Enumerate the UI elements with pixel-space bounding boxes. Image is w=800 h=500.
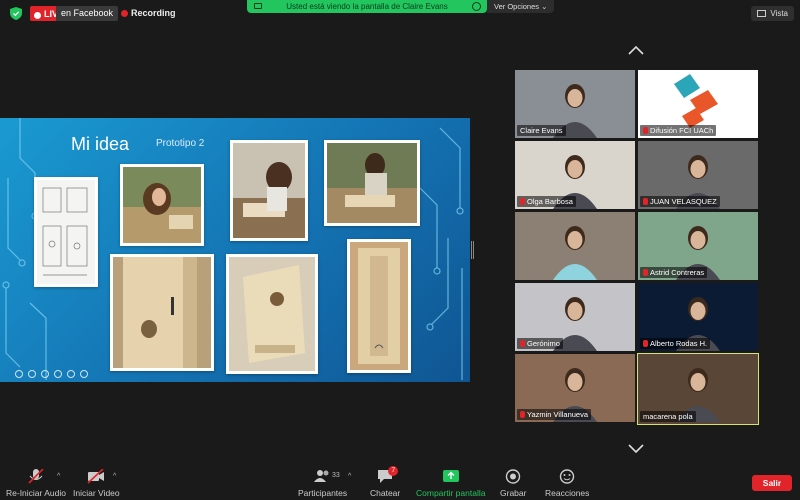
muted-mic-icon	[520, 198, 525, 205]
participant-tile[interactable]: Olga Barbosa	[515, 141, 635, 209]
record-label: Grabar	[500, 488, 527, 498]
participant-tile[interactable]: Difusión FCI UACh	[638, 70, 758, 138]
participant-tile[interactable]	[515, 212, 635, 280]
participants-caret-icon[interactable]: ^	[348, 473, 351, 480]
chevron-down-icon: ⌄	[539, 2, 548, 11]
participant-name: Gerónimo	[527, 339, 560, 348]
video-options-caret-icon[interactable]: ^	[113, 473, 116, 480]
audio-options-caret-icon[interactable]: ^	[57, 473, 60, 480]
participant-name: Olga Barbosa	[527, 197, 573, 206]
zoom-window: LIVE en Facebook Recording Usted está vi…	[0, 0, 800, 500]
reactions-icon	[560, 469, 575, 484]
shared-screen-slide: Mi idea Prototipo 2	[0, 118, 470, 382]
participant-tile[interactable]: JUAN VELASQUEZ	[638, 141, 758, 209]
gallery-scroll-down-icon[interactable]	[628, 444, 644, 453]
view-button[interactable]: Vista	[751, 6, 794, 21]
muted-mic-icon	[643, 198, 648, 205]
participants-label: Participantes	[298, 488, 348, 498]
view-label: Vista	[770, 9, 788, 18]
participant-name: Difusión FCI UACh	[650, 126, 714, 135]
grid-view-icon	[757, 10, 767, 17]
recording-label: Recording	[131, 8, 176, 18]
participant-name-label: Yazmin Villanueva	[517, 409, 592, 420]
meeting-toolbar: Re-Iniciar Audio ^ Iniciar Video ^ 33 Pa…	[0, 464, 800, 500]
girl-hammering-photo	[230, 140, 308, 241]
participant-name-label: Alberto Rodas H.	[640, 338, 711, 349]
pointer-tool-icon[interactable]	[15, 370, 23, 378]
share-screen-label: Compartir pantalla	[416, 488, 486, 498]
video-label: Iniciar Video	[73, 488, 120, 498]
muted-mic-icon	[643, 127, 648, 134]
screen-icon	[254, 3, 262, 9]
microphone-muted-icon	[28, 469, 44, 484]
share-screen-icon	[442, 470, 459, 482]
participant-tile[interactable]: Alberto Rodas H.	[638, 283, 758, 351]
participant-name-label: macarena pola	[640, 411, 696, 422]
audio-label: Re-Iniciar Audio	[6, 488, 67, 498]
participant-name: Claire Evans	[520, 126, 563, 135]
zoom-tool-icon[interactable]	[54, 370, 62, 378]
share-screen-button[interactable]: Compartir pantalla	[416, 469, 485, 498]
participant-name-label: JUAN VELASQUEZ	[640, 196, 720, 207]
sketch-photo	[34, 177, 98, 287]
box-vertical-photo	[347, 239, 411, 373]
live-platform[interactable]: en Facebook	[56, 6, 119, 21]
security-shield-icon[interactable]	[10, 7, 22, 20]
video-off-icon	[87, 469, 105, 484]
record-icon	[506, 469, 521, 484]
muted-mic-icon	[520, 340, 525, 347]
participant-name: Astrid Contreras	[650, 268, 705, 277]
subtitle-tool-icon[interactable]	[67, 370, 75, 378]
chat-label: Chatear	[370, 488, 401, 498]
participant-tile[interactable]: Astrid Contreras	[638, 212, 758, 280]
reactions-label: Reacciones	[545, 488, 590, 498]
participant-tile[interactable]: macarena pola	[637, 353, 759, 425]
participant-tile[interactable]: Gerónimo	[515, 283, 635, 351]
more-tool-icon[interactable]	[80, 370, 88, 378]
pen-tool-icon[interactable]	[28, 370, 36, 378]
participants-icon	[313, 470, 329, 482]
participant-name: macarena pola	[643, 412, 693, 421]
girl-drilling-photo	[324, 140, 420, 226]
participants-button[interactable]: 33 Participantes	[298, 469, 347, 498]
gallery-scroll-up-icon[interactable]	[628, 46, 644, 55]
slideshow-controls[interactable]	[15, 370, 88, 378]
slide-title: Mi idea	[71, 134, 130, 154]
record-button[interactable]: Grabar	[500, 469, 526, 498]
participant-name: JUAN VELASQUEZ	[650, 197, 717, 206]
share-notice-text: Usted está viendo la pantalla de Claire …	[286, 2, 448, 11]
participant-name-label: Claire Evans	[517, 125, 566, 136]
slide-subtitle: Prototipo 2	[156, 138, 205, 149]
chat-button[interactable]: 7 Chatear	[370, 466, 401, 498]
muted-mic-icon	[520, 411, 525, 418]
participant-name: Yazmin Villanueva	[527, 410, 589, 419]
grid-tool-icon[interactable]	[41, 370, 49, 378]
participant-name-label: Astrid Contreras	[640, 267, 708, 278]
chat-unread-badge: 7	[388, 466, 399, 476]
box-with-hole-photo	[226, 254, 318, 374]
panel-resize-handle[interactable]	[471, 241, 474, 259]
pause-icon[interactable]	[472, 2, 481, 11]
participant-name: Alberto Rodas H.	[650, 339, 708, 348]
view-options-dropdown[interactable]: Ver Opciones ⌄	[487, 0, 555, 13]
view-options-label: Ver Opciones	[494, 2, 540, 11]
screen-share-notice-bar: Usted está viendo la pantalla de Claire …	[247, 0, 487, 13]
reactions-button[interactable]: Reacciones	[545, 469, 589, 498]
muted-mic-icon	[643, 340, 648, 347]
participant-name-label: Difusión FCI UACh	[640, 125, 717, 136]
recording-indicator[interactable]: Recording	[121, 8, 176, 18]
leave-button[interactable]: Salir	[752, 475, 792, 491]
participants-count: 33	[332, 472, 340, 479]
participant-tile[interactable]: Yazmin Villanueva	[515, 354, 635, 422]
participant-video	[515, 212, 635, 280]
participant-name-label: Gerónimo	[517, 338, 563, 349]
person-silhouette	[553, 226, 597, 280]
box-open-photo	[110, 254, 214, 371]
recording-dot-icon	[121, 9, 128, 17]
participant-name-label: Olga Barbosa	[517, 196, 576, 207]
participant-tile[interactable]: Claire Evans	[515, 70, 635, 138]
muted-mic-icon	[643, 269, 648, 276]
girl-sanding-photo	[120, 164, 204, 246]
